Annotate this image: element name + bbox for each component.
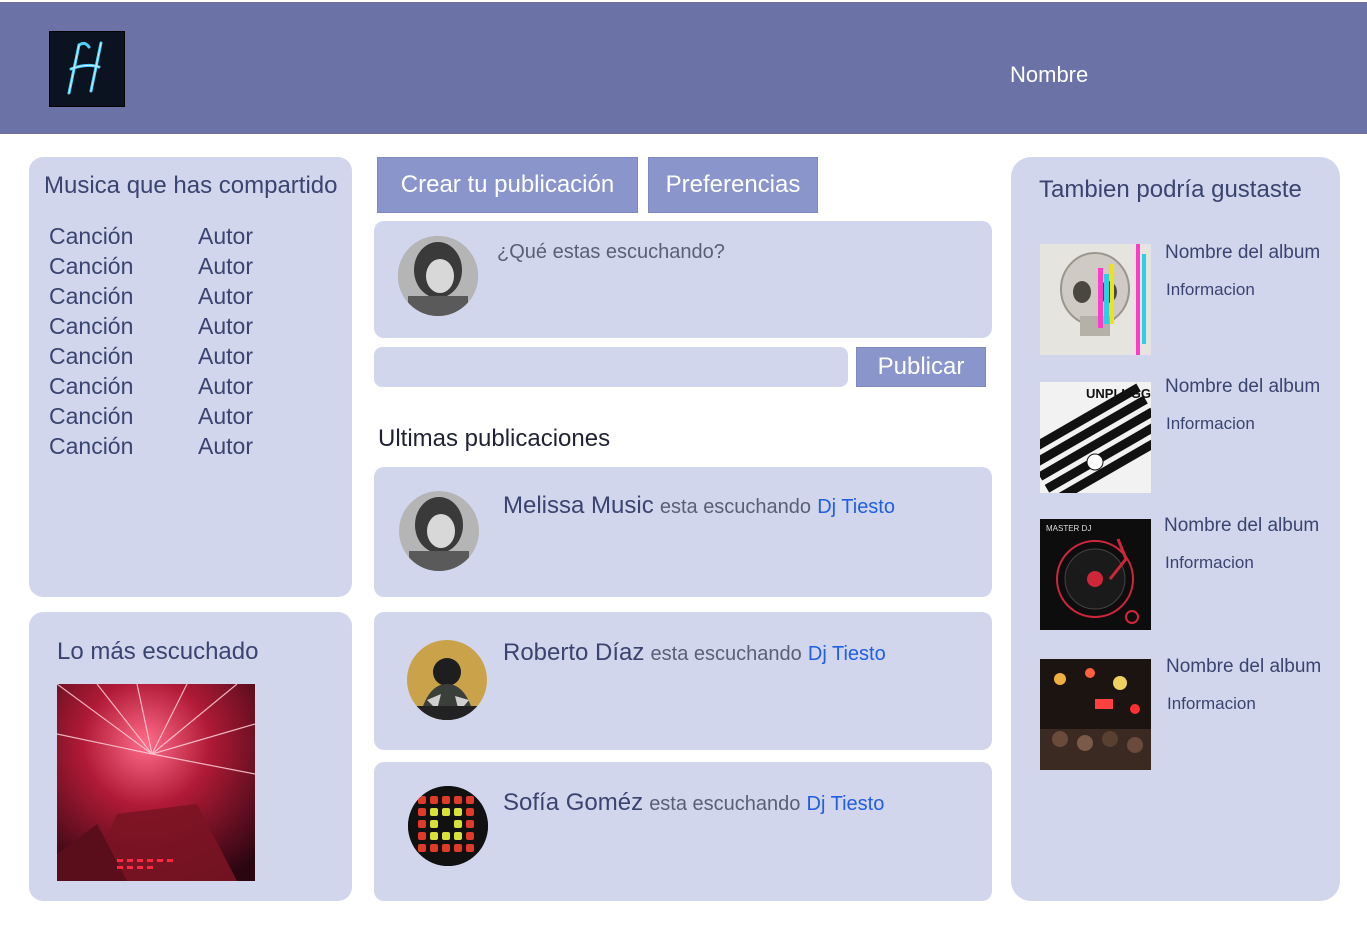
album-name[interactable]: Nombre del album	[1164, 515, 1319, 537]
song-row[interactable]: Canción Autor	[49, 253, 253, 280]
post-artist-link[interactable]: Dj Tiesto	[817, 496, 895, 518]
post-verb: esta escuchando	[659, 496, 812, 518]
song-title: Canción	[49, 283, 134, 309]
post-avatar[interactable]	[407, 640, 487, 720]
song-row[interactable]: Canción Autor	[49, 403, 253, 430]
song-author: Autor	[198, 433, 253, 459]
album-cover[interactable]	[1040, 244, 1151, 355]
song-title: Canción	[49, 373, 134, 399]
user-avatar	[398, 236, 478, 316]
post-artist-link[interactable]: Dj Tiesto	[807, 793, 885, 815]
song-row[interactable]: Canción Autor	[49, 433, 253, 460]
most-listened-panel: Lo más escuchado	[29, 612, 352, 901]
post-card[interactable]: Sofía Goméz esta escuchando Dj Tiesto	[374, 762, 992, 901]
song-author: Autor	[198, 313, 253, 339]
post-card[interactable]: Roberto Díaz esta escuchando Dj Tiesto	[374, 612, 992, 750]
album-cover[interactable]	[1040, 659, 1151, 770]
song-title: Canción	[49, 313, 134, 339]
song-row[interactable]: Canción Autor	[49, 313, 253, 340]
post-text: Sofía Goméz esta escuchando Dj Tiesto	[503, 789, 884, 817]
composer-panel: ¿Qué estas escuchando?	[374, 221, 992, 338]
logo[interactable]	[49, 31, 125, 107]
post-text: Roberto Díaz esta escuchando Dj Tiesto	[503, 639, 886, 667]
post-avatar[interactable]	[399, 491, 479, 571]
album-info[interactable]: Informacion	[1167, 694, 1256, 714]
logo-h-icon	[67, 41, 103, 95]
song-row[interactable]: Canción Autor	[49, 223, 253, 250]
shared-music-panel: Musica que has compartido Canción Autor C…	[29, 157, 352, 597]
song-author: Autor	[198, 343, 253, 369]
album-cover-label: UNPLUGGED	[1086, 386, 1151, 401]
song-author: Autor	[198, 223, 253, 249]
song-row[interactable]: Canción Autor	[49, 343, 253, 370]
post-user[interactable]: Sofía Goméz	[503, 789, 643, 816]
post-avatar[interactable]	[408, 786, 488, 866]
album-name[interactable]: Nombre del album	[1166, 656, 1321, 678]
post-user[interactable]: Roberto Díaz	[503, 639, 644, 666]
song-row[interactable]: Canción Autor	[49, 373, 253, 400]
album-cover[interactable]: UNPLUGGED	[1040, 382, 1151, 493]
song-author: Autor	[198, 373, 253, 399]
album-cover-label: MASTER DJ	[1046, 524, 1091, 533]
most-listened-title: Lo más escuchado	[57, 638, 259, 665]
recommendations-panel: Tambien podría gustaste Nombre del album…	[1011, 157, 1340, 901]
post-text: Melissa Music esta escuchando Dj Tiesto	[503, 492, 895, 520]
preferences-button[interactable]: Preferencias	[648, 157, 818, 213]
post-verb: esta escuchando	[649, 793, 801, 815]
album-info[interactable]: Informacion	[1166, 414, 1255, 434]
concert-image[interactable]	[57, 684, 255, 881]
post-verb: esta escuchando	[650, 643, 802, 665]
post-card[interactable]: Melissa Music esta escuchando Dj Tiesto	[374, 467, 992, 597]
song-author: Autor	[198, 403, 253, 429]
post-artist-link[interactable]: Dj Tiesto	[808, 643, 886, 665]
album-info[interactable]: Informacion	[1166, 280, 1255, 300]
song-title: Canción	[49, 343, 134, 369]
create-post-button[interactable]: Crear tu publicación	[377, 157, 638, 213]
album-info[interactable]: Informacion	[1165, 553, 1254, 573]
post-user[interactable]: Melissa Music	[503, 492, 654, 519]
user-name[interactable]: Nombre	[1010, 62, 1088, 88]
top-header: Nombre	[0, 2, 1367, 134]
album-name[interactable]: Nombre del album	[1165, 376, 1320, 398]
shared-music-title: Musica que has compartido	[44, 172, 338, 199]
song-author: Autor	[198, 283, 253, 309]
composer-input[interactable]	[374, 347, 848, 387]
publish-button[interactable]: Publicar	[856, 347, 986, 387]
recommendations-title: Tambien podría gustaste	[1039, 176, 1302, 203]
song-title: Canción	[49, 223, 134, 249]
album-name[interactable]: Nombre del album	[1165, 242, 1320, 264]
song-title: Canción	[49, 253, 134, 279]
song-title: Canción	[49, 433, 134, 459]
song-author: Autor	[198, 253, 253, 279]
composer-prompt[interactable]: ¿Qué estas escuchando?	[497, 241, 725, 264]
feed-title: Ultimas publicaciones	[378, 425, 611, 452]
album-cover[interactable]: MASTER DJ	[1040, 519, 1151, 630]
song-title: Canción	[49, 403, 134, 429]
song-row[interactable]: Canción Autor	[49, 283, 253, 310]
